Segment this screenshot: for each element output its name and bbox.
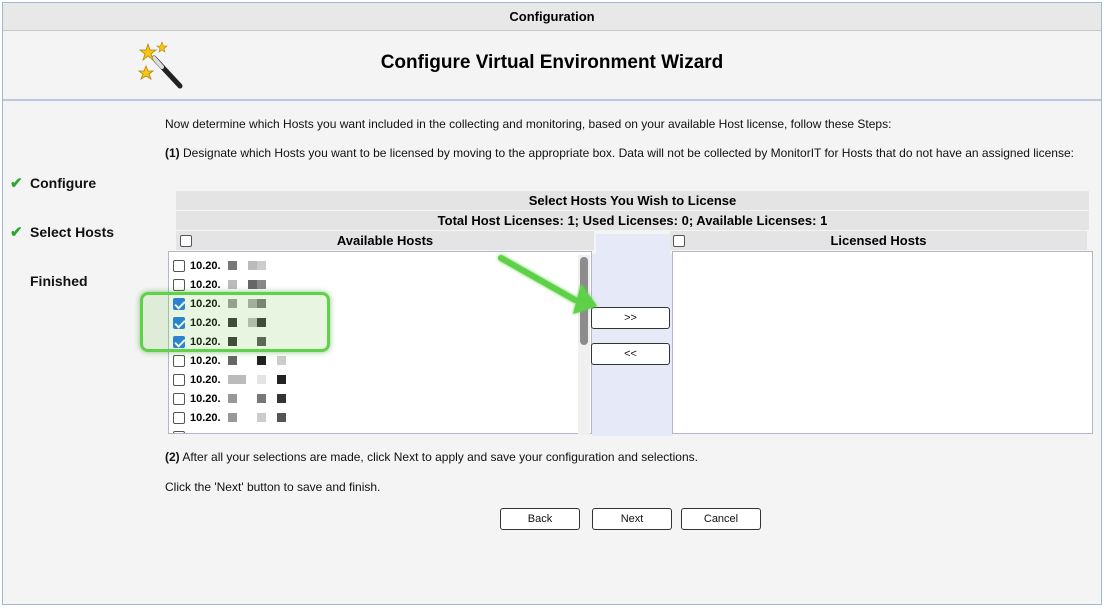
wizard-header: Configure Virtual Environment Wizard — [3, 32, 1101, 99]
host-checkbox[interactable] — [173, 393, 185, 405]
redacted-block — [248, 261, 257, 270]
redacted-block — [228, 394, 237, 403]
back-button[interactable]: Back — [500, 508, 580, 530]
step-select-hosts: ✔ Select Hosts — [10, 223, 114, 241]
licensed-hosts-list[interactable] — [672, 251, 1093, 434]
redacted-block — [277, 356, 286, 365]
next-button[interactable]: Next — [592, 508, 672, 530]
host-checkbox[interactable] — [173, 374, 185, 386]
host-label: 10.20. — [190, 374, 221, 386]
step1-body: Designate which Hosts you want to be lic… — [183, 146, 1074, 160]
list-item[interactable]: 10.20. — [173, 371, 573, 390]
host-checkbox[interactable] — [173, 431, 185, 433]
redacted-block — [257, 356, 266, 365]
step-finished: Finished — [30, 273, 88, 289]
host-checkbox[interactable] — [173, 355, 185, 367]
license-panel-title: Select Hosts You Wish to License — [176, 191, 1089, 210]
redacted-block — [257, 413, 266, 422]
redacted-block — [257, 280, 266, 289]
redacted-block — [257, 394, 266, 403]
host-label: 10.20. — [190, 393, 221, 405]
transfer-column-top — [596, 234, 670, 254]
step-label: Select Hosts — [30, 224, 115, 240]
list-item-partial[interactable] — [173, 428, 573, 433]
list-item[interactable]: 10.20. — [173, 352, 573, 371]
cancel-button[interactable]: Cancel — [681, 508, 761, 530]
host-label: 10.20. — [190, 260, 221, 272]
step-configure: ✔ Configure — [10, 174, 96, 192]
licensed-hosts-header: Licensed Hosts — [670, 231, 1087, 250]
host-label: 10.20. — [190, 412, 221, 424]
redacted-block — [228, 356, 237, 365]
host-checkbox[interactable] — [173, 279, 185, 291]
license-summary: Total Host Licenses: 1; Used Licenses: 0… — [176, 211, 1089, 230]
select-all-available-checkbox[interactable] — [180, 235, 192, 247]
selection-highlight-box — [140, 292, 330, 352]
step2-text: (2) After all your selections are made, … — [165, 450, 1085, 464]
configuration-window: Configuration Configure Virtual Environm… — [2, 2, 1102, 605]
redacted-block — [228, 261, 237, 270]
licensed-hosts-header-label: Licensed Hosts — [830, 233, 927, 248]
step2-number: (2) — [165, 450, 180, 464]
redacted-block — [257, 375, 266, 384]
checkmark-icon: ✔ — [10, 224, 23, 241]
list-item[interactable]: 10.20. — [173, 409, 573, 428]
redacted-block — [248, 280, 257, 289]
redacted-block — [277, 394, 286, 403]
host-label: 10.20. — [190, 355, 221, 367]
green-arrow-icon — [498, 255, 597, 314]
redacted-block — [228, 413, 237, 422]
intro-text: Now determine which Hosts you want inclu… — [165, 117, 892, 131]
redacted-block — [257, 261, 266, 270]
checkmark-icon: ✔ — [10, 175, 23, 192]
finish-text: Click the 'Next' button to save and fini… — [165, 480, 381, 494]
step1-text: (1) Designate which Hosts you want to be… — [165, 146, 1085, 160]
window-title: Configuration — [3, 3, 1101, 31]
step-label: Configure — [30, 175, 97, 191]
step-label: Finished — [30, 273, 88, 289]
list-item[interactable]: 10.20. — [173, 390, 573, 409]
wizard-title: Configure Virtual Environment Wizard — [380, 52, 724, 73]
header-divider — [3, 99, 1101, 101]
host-label: 10.20. — [190, 279, 221, 291]
redacted-block — [277, 375, 286, 384]
redacted-block — [228, 375, 246, 384]
step1-number: (1) — [165, 146, 180, 160]
select-all-licensed-checkbox[interactable] — [673, 235, 685, 247]
redacted-block — [228, 280, 237, 289]
move-left-button[interactable]: << — [591, 343, 670, 365]
host-checkbox[interactable] — [173, 260, 185, 272]
step2-body: After all your selections are made, clic… — [182, 450, 698, 464]
redacted-block — [277, 413, 286, 422]
available-hosts-header-label: Available Hosts — [336, 233, 434, 248]
host-checkbox[interactable] — [173, 412, 185, 424]
